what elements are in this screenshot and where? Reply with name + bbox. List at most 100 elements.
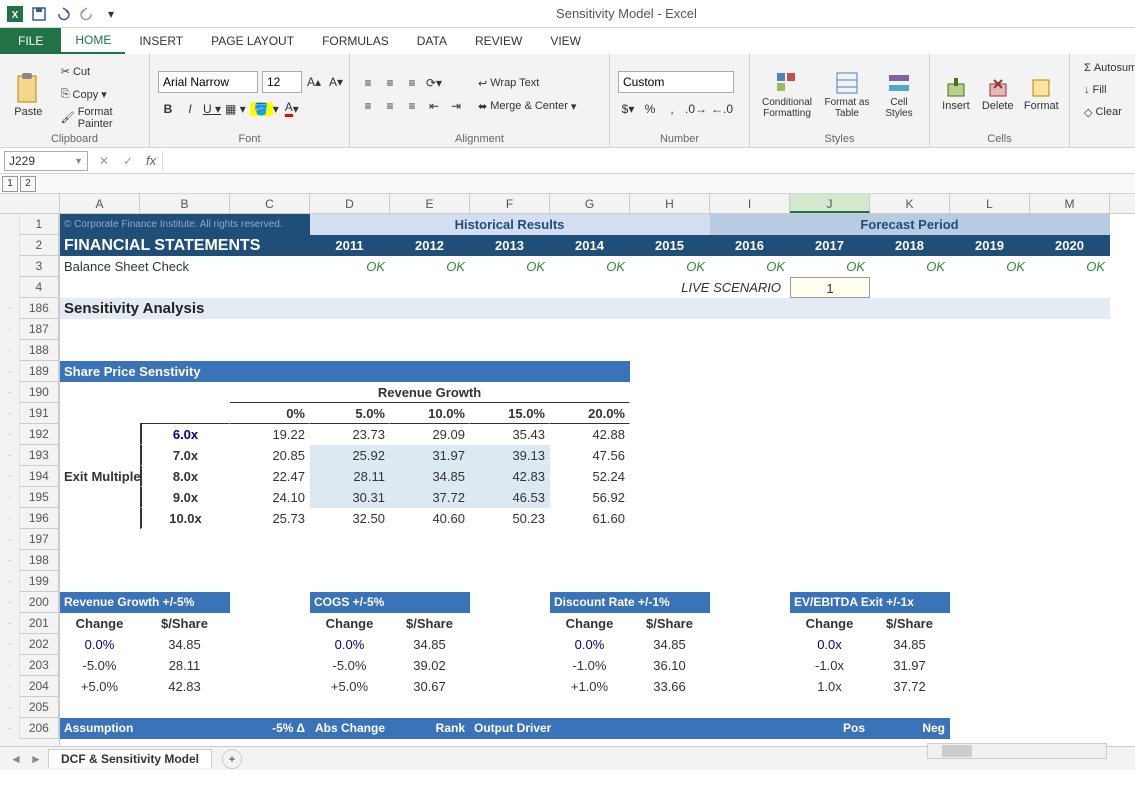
sheet-nav-next-icon[interactable]: ► [28, 751, 44, 767]
percent-icon[interactable]: % [640, 99, 660, 119]
number-format-select[interactable] [618, 71, 734, 93]
qa-dropdown-icon[interactable]: ▾ [100, 3, 122, 25]
currency-icon[interactable]: $▾ [618, 99, 638, 119]
wrap-text-button[interactable]: ↩Wrap Text [472, 73, 582, 93]
tab-view[interactable]: VIEW [536, 28, 595, 54]
format-as-table-button[interactable]: Format as Table [822, 58, 872, 131]
row-header-4[interactable]: 4 [20, 277, 59, 298]
bold-button[interactable]: B [158, 99, 178, 119]
align-right-icon[interactable]: ≡ [402, 96, 422, 116]
increase-indent-icon[interactable]: ⇥ [446, 96, 466, 116]
cut-button[interactable]: ✂Cut [55, 62, 141, 82]
tab-file[interactable]: FILE [0, 28, 61, 54]
col-header-G[interactable]: G [550, 194, 630, 213]
col-header-A[interactable]: A [60, 194, 140, 213]
col-header-D[interactable]: D [310, 194, 390, 213]
tab-home[interactable]: HOME [61, 28, 125, 54]
save-icon[interactable] [28, 3, 50, 25]
merge-center-button[interactable]: ⬌Merge & Center ▾ [472, 96, 582, 116]
col-header-L[interactable]: L [950, 194, 1030, 213]
underline-button[interactable]: U ▾ [202, 99, 222, 119]
row-header-1[interactable]: 1 [20, 214, 59, 235]
align-top-icon[interactable]: ≡ [358, 73, 378, 93]
tab-data[interactable]: DATA [403, 28, 461, 54]
tab-page-layout[interactable]: PAGE LAYOUT [197, 28, 308, 54]
col-header-M[interactable]: M [1030, 194, 1110, 213]
row-header-195[interactable]: 195 [20, 487, 59, 508]
insert-cells-button[interactable]: Insert [938, 58, 974, 131]
row-header-3[interactable]: 3 [20, 256, 59, 277]
decrease-decimal-icon[interactable]: ←.0 [710, 99, 734, 119]
row-header-196[interactable]: 196 [20, 508, 59, 529]
increase-decimal-icon[interactable]: .0→ [684, 99, 708, 119]
col-header-B[interactable]: B [140, 194, 230, 213]
name-box[interactable]: J229▼ [4, 151, 88, 171]
tab-formulas[interactable]: FORMULAS [308, 28, 403, 54]
align-middle-icon[interactable]: ≡ [380, 73, 400, 93]
fill-color-button[interactable]: 🪣▾ [249, 99, 280, 119]
col-header-C[interactable]: C [230, 194, 310, 213]
row-header-197[interactable]: 197 [20, 529, 59, 550]
add-sheet-button[interactable]: + [222, 749, 242, 769]
comma-icon[interactable]: , [662, 99, 682, 119]
col-header-K[interactable]: K [870, 194, 950, 213]
horizontal-scrollbar[interactable] [927, 743, 1107, 759]
autosum-button[interactable]: ΣAutosum [1078, 58, 1122, 78]
col-header-E[interactable]: E [390, 194, 470, 213]
cells-area[interactable]: © Corporate Finance Institute. All right… [60, 214, 1135, 739]
align-center-icon[interactable]: ≡ [380, 96, 400, 116]
row-header-192[interactable]: 192 [20, 424, 59, 445]
column-headers[interactable]: ABCDEFGHIJKLM [60, 194, 1135, 214]
fx-icon[interactable]: fx [140, 153, 162, 168]
row-header-194[interactable]: 194 [20, 466, 59, 487]
row-header-2[interactable]: 2 [20, 235, 59, 256]
row-header-188[interactable]: 188 [20, 340, 59, 361]
sheet-nav-prev-icon[interactable]: ◄ [8, 751, 24, 767]
row-header-193[interactable]: 193 [20, 445, 59, 466]
delete-cells-button[interactable]: Delete [980, 58, 1016, 131]
row-header-200[interactable]: 200 [20, 592, 59, 613]
italic-button[interactable]: I [180, 99, 200, 119]
col-header-I[interactable]: I [710, 194, 790, 213]
row-header-199[interactable]: 199 [20, 571, 59, 592]
row-header-205[interactable]: 205 [20, 697, 59, 718]
paste-button[interactable]: Paste [8, 58, 49, 131]
decrease-indent-icon[interactable]: ⇤ [424, 96, 444, 116]
conditional-formatting-button[interactable]: Conditional Formatting [758, 58, 816, 131]
row-header-201[interactable]: 201 [20, 613, 59, 634]
tab-review[interactable]: REVIEW [461, 28, 536, 54]
row-header-203[interactable]: 203 [20, 655, 59, 676]
row-header-206[interactable]: 206 [20, 718, 59, 739]
row-header-191[interactable]: 191 [20, 403, 59, 424]
row-header-204[interactable]: 204 [20, 676, 59, 697]
increase-font-icon[interactable]: A▴ [304, 72, 324, 92]
sheet-tab-active[interactable]: DCF & Sensitivity Model [48, 749, 212, 768]
row-header-202[interactable]: 202 [20, 634, 59, 655]
clear-button[interactable]: ◇Clear [1078, 102, 1122, 122]
cell-styles-button[interactable]: Cell Styles [878, 58, 920, 131]
col-header-J[interactable]: J [790, 194, 870, 213]
row-header-198[interactable]: 198 [20, 550, 59, 571]
font-size-select[interactable] [262, 71, 302, 93]
outline-level-1[interactable]: 1 [2, 176, 18, 192]
tab-insert[interactable]: INSERT [125, 28, 197, 54]
border-button[interactable]: ▦ ▾ [224, 99, 247, 119]
row-header-190[interactable]: 190 [20, 382, 59, 403]
redo-icon[interactable] [76, 3, 98, 25]
font-name-select[interactable] [158, 71, 258, 93]
decrease-font-icon[interactable]: A▾ [326, 72, 346, 92]
orientation-icon[interactable]: ⟳▾ [424, 73, 444, 93]
worksheet-grid[interactable]: ····················· 123418618718818919… [0, 194, 1135, 746]
font-color-button[interactable]: A▾ [282, 99, 302, 119]
formula-input[interactable] [162, 151, 1135, 171]
cancel-formula-icon[interactable]: ✕ [92, 149, 116, 173]
row-header-187[interactable]: 187 [20, 319, 59, 340]
row-header-189[interactable]: 189 [20, 361, 59, 382]
format-cells-button[interactable]: Format [1022, 58, 1061, 131]
col-header-H[interactable]: H [630, 194, 710, 213]
align-bottom-icon[interactable]: ≡ [402, 73, 422, 93]
row-header-186[interactable]: 186 [20, 298, 59, 319]
outline-level-2[interactable]: 2 [20, 176, 36, 192]
undo-icon[interactable] [52, 3, 74, 25]
fill-button[interactable]: ↓Fill [1078, 80, 1122, 100]
